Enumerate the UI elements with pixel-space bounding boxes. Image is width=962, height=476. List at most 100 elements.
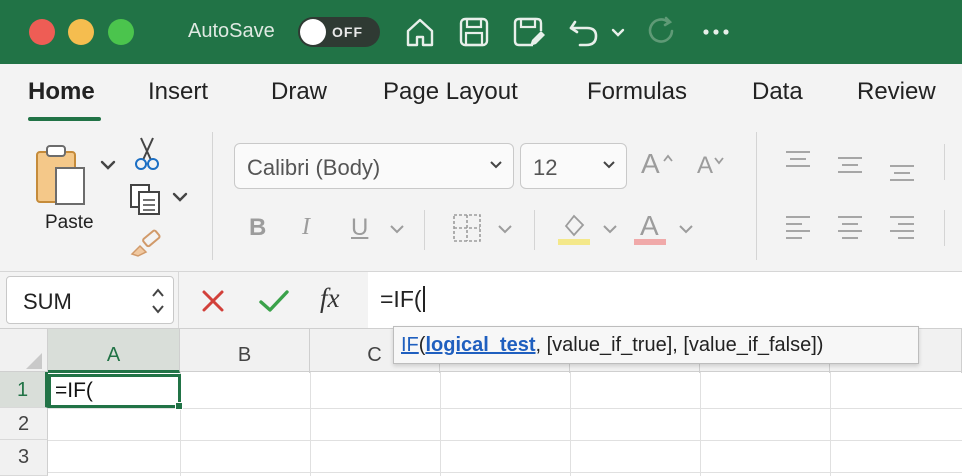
underline-button[interactable]: U xyxy=(351,214,368,242)
bold-button[interactable]: B xyxy=(249,214,266,242)
paste-icon[interactable] xyxy=(32,142,109,214)
chevron-down-icon xyxy=(603,161,615,169)
font-size-value: 12 xyxy=(533,155,558,180)
save-icon[interactable] xyxy=(456,14,492,50)
borders-dropdown-chevron-icon[interactable] xyxy=(496,222,514,236)
align-left-icon[interactable] xyxy=(784,214,812,242)
formula-bar: SUM fx =IF( xyxy=(0,272,962,328)
insert-function-button[interactable]: fx xyxy=(320,283,340,314)
formula-bar-separator xyxy=(178,272,179,328)
align-right-icon[interactable] xyxy=(888,214,916,242)
column-header-b[interactable]: B xyxy=(180,329,310,373)
minimize-window-button[interactable] xyxy=(68,19,94,45)
ribbon-separator xyxy=(944,144,945,180)
formula-input[interactable]: =IF( xyxy=(368,272,962,328)
row-header-2[interactable]: 2 xyxy=(0,408,48,440)
ribbon-separator xyxy=(756,132,757,260)
confirm-entry-icon[interactable] xyxy=(258,288,290,314)
grow-font-button[interactable]: A xyxy=(641,148,660,180)
grid-line xyxy=(48,408,962,409)
borders-icon[interactable] xyxy=(451,212,483,244)
name-box[interactable]: SUM xyxy=(6,276,174,324)
grid-line xyxy=(310,372,311,476)
grid-line xyxy=(830,372,831,476)
shrink-font-button[interactable]: A xyxy=(697,152,713,180)
italic-button[interactable]: I xyxy=(302,214,310,241)
chevron-down-icon xyxy=(490,161,502,169)
more-icon[interactable] xyxy=(698,14,734,50)
tab-review[interactable]: Review xyxy=(857,78,936,106)
tab-data[interactable]: Data xyxy=(752,78,803,106)
toggle-knob xyxy=(300,19,326,45)
tooltip-remaining-args: , [value_if_true], [value_if_false]) xyxy=(535,334,824,356)
undo-icon[interactable] xyxy=(566,14,602,50)
redo-icon[interactable] xyxy=(644,14,680,50)
formula-text: =IF( xyxy=(380,286,425,313)
formula-value: =IF( xyxy=(380,286,422,312)
font-color-button[interactable]: A xyxy=(640,210,659,242)
align-top-icon[interactable] xyxy=(784,150,812,184)
row-header-1[interactable]: 1 xyxy=(0,372,48,408)
fill-color-dropdown-chevron-icon[interactable] xyxy=(601,222,619,236)
close-window-button[interactable] xyxy=(29,19,55,45)
font-name-value: Calibri (Body) xyxy=(247,155,381,180)
chevron-up-icon xyxy=(152,288,164,297)
column-header-a[interactable]: A xyxy=(48,329,180,373)
grid-line xyxy=(700,372,701,476)
autosave-toggle[interactable]: OFF xyxy=(298,17,380,47)
tab-insert[interactable]: Insert xyxy=(148,78,208,106)
shrink-caret-icon xyxy=(713,152,725,165)
text-cursor xyxy=(422,286,425,312)
title-bar: AutoSave OFF xyxy=(0,0,962,64)
font-size-dropdown[interactable]: 12 xyxy=(520,143,627,189)
ribbon-separator xyxy=(424,210,425,250)
active-tab-indicator xyxy=(28,117,101,121)
copy-dropdown-chevron-icon[interactable] xyxy=(170,190,190,206)
align-bottom-icon[interactable] xyxy=(888,150,916,184)
name-box-value: SUM xyxy=(23,289,72,314)
grid-line xyxy=(570,372,571,476)
format-painter-icon[interactable] xyxy=(128,224,164,258)
tab-page-layout[interactable]: Page Layout xyxy=(383,78,518,106)
grow-caret-icon xyxy=(662,150,674,162)
paste-dropdown-chevron-icon[interactable] xyxy=(98,158,118,174)
cell-a1-value: =IF( xyxy=(55,379,93,402)
align-middle-icon[interactable] xyxy=(836,150,864,184)
select-all-corner[interactable] xyxy=(0,329,48,373)
tab-draw[interactable]: Draw xyxy=(271,78,327,106)
autosave-label: AutoSave xyxy=(188,20,275,42)
tab-home[interactable]: Home xyxy=(28,78,95,106)
fill-handle[interactable] xyxy=(175,402,183,410)
align-center-icon[interactable] xyxy=(836,214,864,242)
font-color-swatch xyxy=(634,239,666,245)
tooltip-content: IF(logical_test, [value_if_true], [value… xyxy=(401,334,823,357)
cancel-entry-icon[interactable] xyxy=(200,288,226,314)
row-header-3[interactable]: 3 xyxy=(0,440,48,476)
autosave-state: OFF xyxy=(332,24,363,40)
cut-scissors-icon[interactable] xyxy=(132,136,162,172)
fill-color-icon[interactable] xyxy=(556,210,592,246)
grid-line xyxy=(48,440,962,441)
ribbon-separator xyxy=(534,210,535,250)
ribbon-separator xyxy=(944,210,945,246)
grid-line xyxy=(48,472,962,473)
ribbon-separator xyxy=(212,132,213,260)
function-signature-tooltip: IF(logical_test, [value_if_true], [value… xyxy=(393,326,919,364)
active-cell-a1[interactable]: =IF( xyxy=(48,374,183,410)
paste-label: Paste xyxy=(45,212,94,233)
save-edit-icon[interactable] xyxy=(510,14,546,50)
ribbon: Home Insert Draw Page Layout Formulas Da… xyxy=(0,64,962,272)
underline-dropdown-chevron-icon[interactable] xyxy=(388,222,406,236)
function-help-link[interactable]: IF xyxy=(401,334,419,356)
copy-icon[interactable] xyxy=(128,182,162,216)
tab-formulas[interactable]: Formulas xyxy=(587,78,687,106)
undo-dropdown-chevron-icon[interactable] xyxy=(608,14,628,50)
home-icon[interactable] xyxy=(402,14,438,50)
current-argument-link[interactable]: logical_test xyxy=(425,334,535,356)
maximize-window-button[interactable] xyxy=(108,19,134,45)
font-color-dropdown-chevron-icon[interactable] xyxy=(677,222,695,236)
grid-line xyxy=(440,372,441,476)
chevron-down-icon xyxy=(152,305,164,314)
font-name-dropdown[interactable]: Calibri (Body) xyxy=(234,143,514,189)
excel-window: AutoSave OFF Home Insert Draw Page Layou… xyxy=(0,0,962,476)
